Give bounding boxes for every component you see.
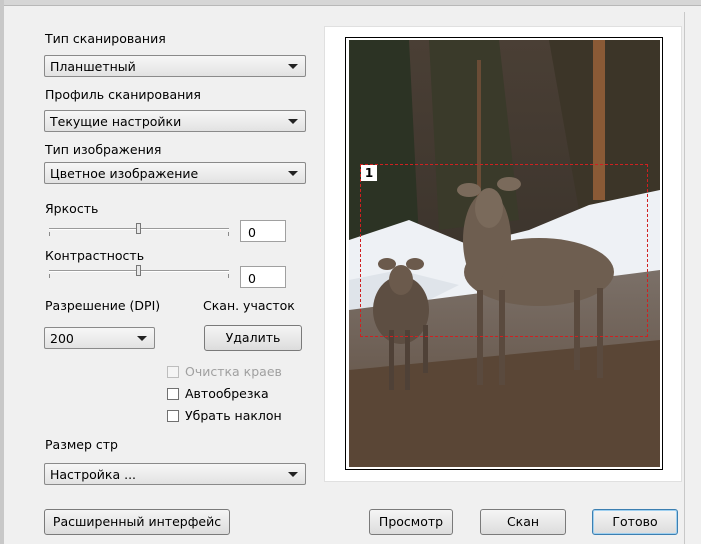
window-left-border xyxy=(0,0,4,544)
resolution-select[interactable]: 200 xyxy=(44,327,155,349)
slider-tick xyxy=(228,274,229,278)
chevron-down-icon xyxy=(288,472,298,477)
contrast-label: Контрастность xyxy=(45,248,145,263)
scan-profile-value: Текущие настройки xyxy=(50,114,182,129)
brightness-label: Яркость xyxy=(45,201,99,216)
slider-tick xyxy=(49,232,50,236)
resolution-label: Разрешение (DPI) xyxy=(45,298,161,313)
scan-button[interactable]: Скан xyxy=(480,509,566,535)
resolution-value: 200 xyxy=(50,331,74,346)
scan-area-label: Скан. участок xyxy=(203,298,295,313)
window-top-border xyxy=(0,0,701,6)
scan-area-number: 1 xyxy=(361,165,377,181)
image-type-value: Цветное изображение xyxy=(50,166,199,181)
edge-cleanup-checkbox[interactable] xyxy=(167,366,179,378)
page-size-label: Размер стр xyxy=(45,437,118,452)
chevron-down-icon xyxy=(288,64,298,69)
page-size-value: Настройка ... xyxy=(50,467,137,482)
delete-area-button[interactable]: Удалить xyxy=(204,325,302,351)
contrast-input[interactable]: 0 xyxy=(240,266,286,288)
deskew-label: Убрать наклон xyxy=(185,408,282,423)
contrast-slider-thumb[interactable] xyxy=(136,265,141,276)
brightness-slider-thumb[interactable] xyxy=(136,223,141,234)
done-button[interactable]: Готово xyxy=(592,509,678,535)
preview-button[interactable]: Просмотр xyxy=(369,509,453,535)
chevron-down-icon xyxy=(137,336,147,341)
scan-type-label: Тип сканирования xyxy=(45,31,166,46)
scan-profile-select[interactable]: Текущие настройки xyxy=(44,110,306,132)
scan-area-selection[interactable] xyxy=(360,164,648,337)
panel-divider xyxy=(684,12,685,544)
image-type-select[interactable]: Цветное изображение xyxy=(44,162,306,184)
contrast-value: 0 xyxy=(248,271,256,286)
deskew-checkbox[interactable] xyxy=(167,410,179,422)
chevron-down-icon xyxy=(288,171,298,176)
edge-cleanup-label: Очистка краев xyxy=(185,364,282,379)
brightness-value: 0 xyxy=(248,225,256,240)
brightness-input[interactable]: 0 xyxy=(240,220,286,242)
chevron-down-icon xyxy=(288,119,298,124)
auto-crop-label: Автообрезка xyxy=(185,386,269,401)
scan-profile-label: Профиль сканирования xyxy=(45,87,201,102)
page-size-select[interactable]: Настройка ... xyxy=(44,463,306,485)
slider-tick xyxy=(49,274,50,278)
auto-crop-checkbox[interactable] xyxy=(167,388,179,400)
advanced-interface-button[interactable]: Расширенный интерфейс xyxy=(44,509,230,535)
scan-type-select[interactable]: Планшетный xyxy=(44,55,306,77)
scan-type-value: Планшетный xyxy=(50,59,136,74)
slider-tick xyxy=(228,232,229,236)
image-type-label: Тип изображения xyxy=(45,142,162,157)
